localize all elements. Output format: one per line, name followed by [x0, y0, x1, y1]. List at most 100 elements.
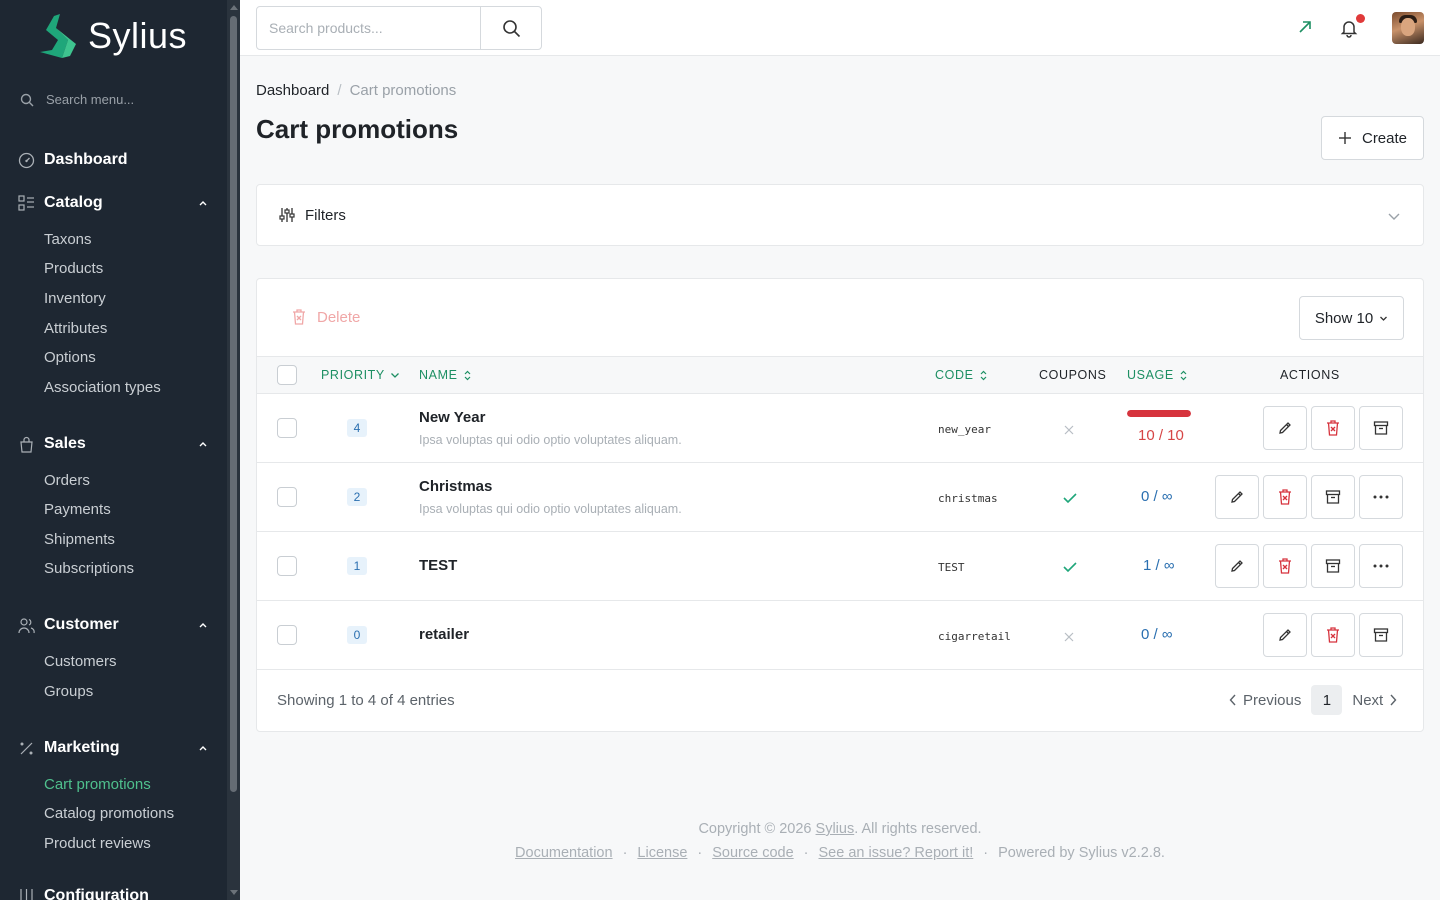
- menu-search-placeholder: Search menu...: [46, 92, 135, 107]
- menu-search[interactable]: Search menu...: [20, 92, 134, 107]
- archive-button[interactable]: [1359, 406, 1403, 450]
- product-search-button[interactable]: [480, 7, 541, 49]
- scroll-up-arrow[interactable]: [230, 5, 238, 10]
- nav-customer[interactable]: Customer: [18, 616, 214, 634]
- pagination-next[interactable]: Next: [1352, 692, 1397, 709]
- create-button[interactable]: Create: [1321, 116, 1424, 160]
- breadcrumb-separator: /: [337, 82, 342, 99]
- column-priority[interactable]: PRIORITY: [321, 368, 400, 382]
- archive-icon: [1325, 559, 1341, 573]
- nav-item-shipments[interactable]: Shipments: [44, 531, 115, 548]
- table-row: 4 New Year Ipsa voluptas qui odio optio …: [257, 394, 1423, 463]
- footer-powered-by: Powered by Sylius v2.2.8.: [998, 845, 1165, 861]
- x-icon: [1064, 425, 1074, 435]
- footer-link-report-issue[interactable]: See an issue? Report it!: [819, 845, 974, 861]
- check-icon: [1063, 493, 1077, 504]
- nav-item-catalog-promotions[interactable]: Catalog promotions: [44, 805, 174, 822]
- scrollbar-thumb[interactable]: [230, 16, 237, 792]
- nav-item-taxons[interactable]: Taxons: [44, 231, 92, 248]
- nav-catalog[interactable]: Catalog: [18, 194, 214, 212]
- external-link-icon[interactable]: [1298, 20, 1312, 39]
- more-actions-button[interactable]: [1359, 544, 1403, 588]
- create-button-label: Create: [1361, 129, 1408, 147]
- column-name[interactable]: NAME: [419, 368, 472, 382]
- table-row: 1 TEST TEST 1 / ∞: [257, 532, 1423, 601]
- sylius-logo[interactable]: Sylius: [40, 14, 187, 58]
- promotion-description: Ipsa voluptas qui odio optio voluptates …: [419, 502, 682, 516]
- entries-summary: Showing 1 to 4 of 4 entries: [277, 692, 455, 709]
- sidebar-scrollbar[interactable]: [227, 0, 240, 900]
- edit-icon: [1279, 422, 1291, 434]
- edit-button[interactable]: [1263, 406, 1307, 450]
- nav-item-product-reviews[interactable]: Product reviews: [44, 835, 151, 852]
- chevron-down-icon: [1388, 213, 1400, 220]
- nav-item-cart-promotions[interactable]: Cart promotions: [44, 776, 151, 793]
- nav-item-options[interactable]: Options: [44, 349, 96, 366]
- avatar[interactable]: [1392, 12, 1424, 44]
- nav-sales[interactable]: Sales: [18, 435, 214, 453]
- nav-item-association-types[interactable]: Association types: [44, 379, 161, 396]
- nav-item-orders[interactable]: Orders: [44, 472, 90, 489]
- nav-item-inventory[interactable]: Inventory: [44, 290, 106, 307]
- footer-link-license[interactable]: License: [637, 845, 687, 861]
- delete-button[interactable]: [1311, 613, 1355, 657]
- delete-button[interactable]: [1263, 544, 1307, 588]
- row-checkbox[interactable]: [277, 556, 297, 576]
- scroll-down-arrow[interactable]: [230, 890, 238, 895]
- bulk-delete-button[interactable]: Delete: [291, 308, 360, 326]
- nav-item-attributes[interactable]: Attributes: [44, 320, 107, 337]
- sylius-logo-icon: [40, 14, 76, 58]
- product-search-input[interactable]: [257, 7, 481, 49]
- nav-item-groups[interactable]: Groups: [44, 683, 93, 700]
- promotion-code: christmas: [938, 492, 998, 505]
- select-all-checkbox[interactable]: [277, 365, 297, 385]
- column-code[interactable]: CODE: [935, 368, 988, 382]
- column-actions: ACTIONS: [1280, 368, 1340, 382]
- delete-button[interactable]: [1263, 475, 1307, 519]
- nav-dashboard[interactable]: Dashboard: [18, 151, 214, 169]
- nav-item-products[interactable]: Products: [44, 260, 103, 277]
- nav-configuration[interactable]: Configuration: [18, 887, 214, 900]
- edit-button[interactable]: [1215, 475, 1259, 519]
- dashboard-icon: [18, 152, 35, 168]
- nav-item-payments[interactable]: Payments: [44, 501, 111, 518]
- row-checkbox[interactable]: [277, 418, 297, 438]
- column-name-label: NAME: [419, 368, 458, 382]
- bell-icon[interactable]: [1339, 18, 1359, 43]
- row-checkbox[interactable]: [277, 487, 297, 507]
- breadcrumb-dashboard[interactable]: Dashboard: [256, 82, 329, 99]
- priority-badge: 1: [347, 557, 367, 575]
- sort-icon: [980, 370, 986, 380]
- archive-button[interactable]: [1311, 475, 1355, 519]
- pagination-page-1[interactable]: 1: [1311, 685, 1343, 715]
- edit-button[interactable]: [1215, 544, 1259, 588]
- per-page-select[interactable]: Show 10: [1299, 296, 1404, 340]
- archive-button[interactable]: [1359, 613, 1403, 657]
- filters-panel[interactable]: Filters: [256, 184, 1424, 246]
- edit-button[interactable]: [1263, 613, 1307, 657]
- delete-button[interactable]: [1311, 406, 1355, 450]
- footer-links: Documentation · License · Source code · See an…: [515, 845, 1165, 861]
- sort-icon: [464, 370, 470, 380]
- per-page-label: Show 10: [1314, 309, 1374, 327]
- column-usage[interactable]: USAGE: [1127, 368, 1188, 382]
- usage-value: 0 / ∞: [1141, 626, 1173, 643]
- filters-icon: [279, 208, 295, 222]
- footer-link-documentation[interactable]: Documentation: [515, 845, 613, 861]
- nav-item-subscriptions[interactable]: Subscriptions: [44, 560, 134, 577]
- nav-marketing[interactable]: Marketing: [18, 739, 214, 757]
- pagination-previous[interactable]: Previous: [1229, 692, 1301, 709]
- bulk-delete-label: Delete: [317, 308, 361, 326]
- page-title: Cart promotions: [256, 114, 459, 144]
- catalog-icon: [18, 194, 34, 211]
- sort-icon: [1180, 370, 1187, 380]
- archive-button[interactable]: [1311, 544, 1355, 588]
- usage-value: 1 / ∞: [1143, 557, 1175, 574]
- footer-sylius-link[interactable]: Sylius: [816, 821, 855, 837]
- more-actions-button[interactable]: [1359, 475, 1403, 519]
- footer-link-source-code[interactable]: Source code: [712, 845, 793, 861]
- nav-item-customers[interactable]: Customers: [44, 653, 117, 670]
- trash-icon: [1279, 489, 1291, 505]
- pagination-next-label: Next: [1352, 691, 1384, 709]
- row-checkbox[interactable]: [277, 625, 297, 645]
